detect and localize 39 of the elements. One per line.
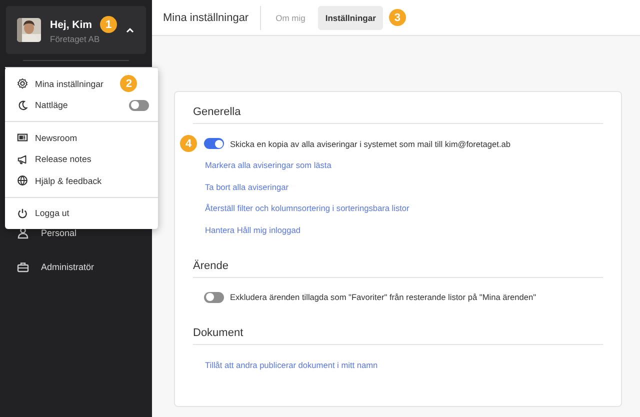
globe-icon bbox=[17, 175, 28, 186]
menu-item[interactable]: Release notes bbox=[35, 154, 92, 164]
gear-icon bbox=[17, 78, 28, 90]
menu-item[interactable]: Logga ut bbox=[35, 208, 70, 218]
action-link[interactable]: Markera alla aviseringar som lästa bbox=[205, 160, 332, 170]
page-title: Mina inställningar bbox=[163, 6, 261, 30]
user-greeting: Hej, Kim bbox=[50, 18, 92, 30]
step-badge: 1 bbox=[100, 16, 117, 33]
company-name: Företaget AB bbox=[50, 34, 101, 44]
menu-item[interactable]: Newsroom bbox=[35, 132, 78, 143]
action-link[interactable]: Ta bort alla aviseringar bbox=[205, 182, 288, 192]
action-link[interactable]: Återställ filter och kolumnsortering i sorteringsbara listor bbox=[205, 203, 410, 214]
menu-item[interactable]: Nattläge bbox=[35, 100, 68, 110]
tab[interactable]: Inställningar bbox=[318, 6, 383, 30]
action-link[interactable]: Tillåt att andra publicerar dokument i mitt namn bbox=[205, 360, 378, 370]
toggle-label: Skicka en kopia av alla aviseringar i systemet som mail till kim@foretaget.ab bbox=[230, 138, 510, 149]
caret-icon[interactable] bbox=[126, 27, 134, 33]
action-link[interactable]: Hantera Håll mig inloggad bbox=[205, 224, 300, 235]
step-badge: 2 bbox=[120, 75, 138, 92]
sidebar-item[interactable]: Personal bbox=[41, 228, 77, 238]
briefcase-icon bbox=[17, 261, 29, 273]
menu-item[interactable]: Hjälp & feedback bbox=[35, 176, 102, 186]
step-badge: 3 bbox=[388, 9, 406, 26]
section-heading: Ärende bbox=[193, 260, 603, 278]
toggle-switch[interactable] bbox=[204, 292, 224, 303]
newspaper-icon bbox=[17, 132, 28, 144]
toggle-label: Exkludera ärenden tillagda som "Favoriter" från resterande listor på "Mina ärenden" bbox=[230, 292, 536, 302]
section-heading: Generella bbox=[193, 106, 603, 124]
sidebar-item[interactable]: Administratör bbox=[41, 262, 94, 272]
megaphone-icon bbox=[17, 154, 28, 165]
section-heading: Dokument bbox=[193, 327, 603, 345]
menu-item[interactable]: Mina inställningar bbox=[35, 78, 104, 89]
power-icon bbox=[17, 208, 28, 219]
step-badge: 4 bbox=[180, 135, 197, 152]
toggle-switch[interactable] bbox=[204, 138, 224, 150]
user-card[interactable]: Hej, Kim 1 Företaget AB bbox=[6, 6, 146, 54]
person-icon bbox=[17, 227, 29, 239]
moon-icon bbox=[17, 100, 28, 111]
toggle-switch[interactable] bbox=[129, 100, 149, 111]
